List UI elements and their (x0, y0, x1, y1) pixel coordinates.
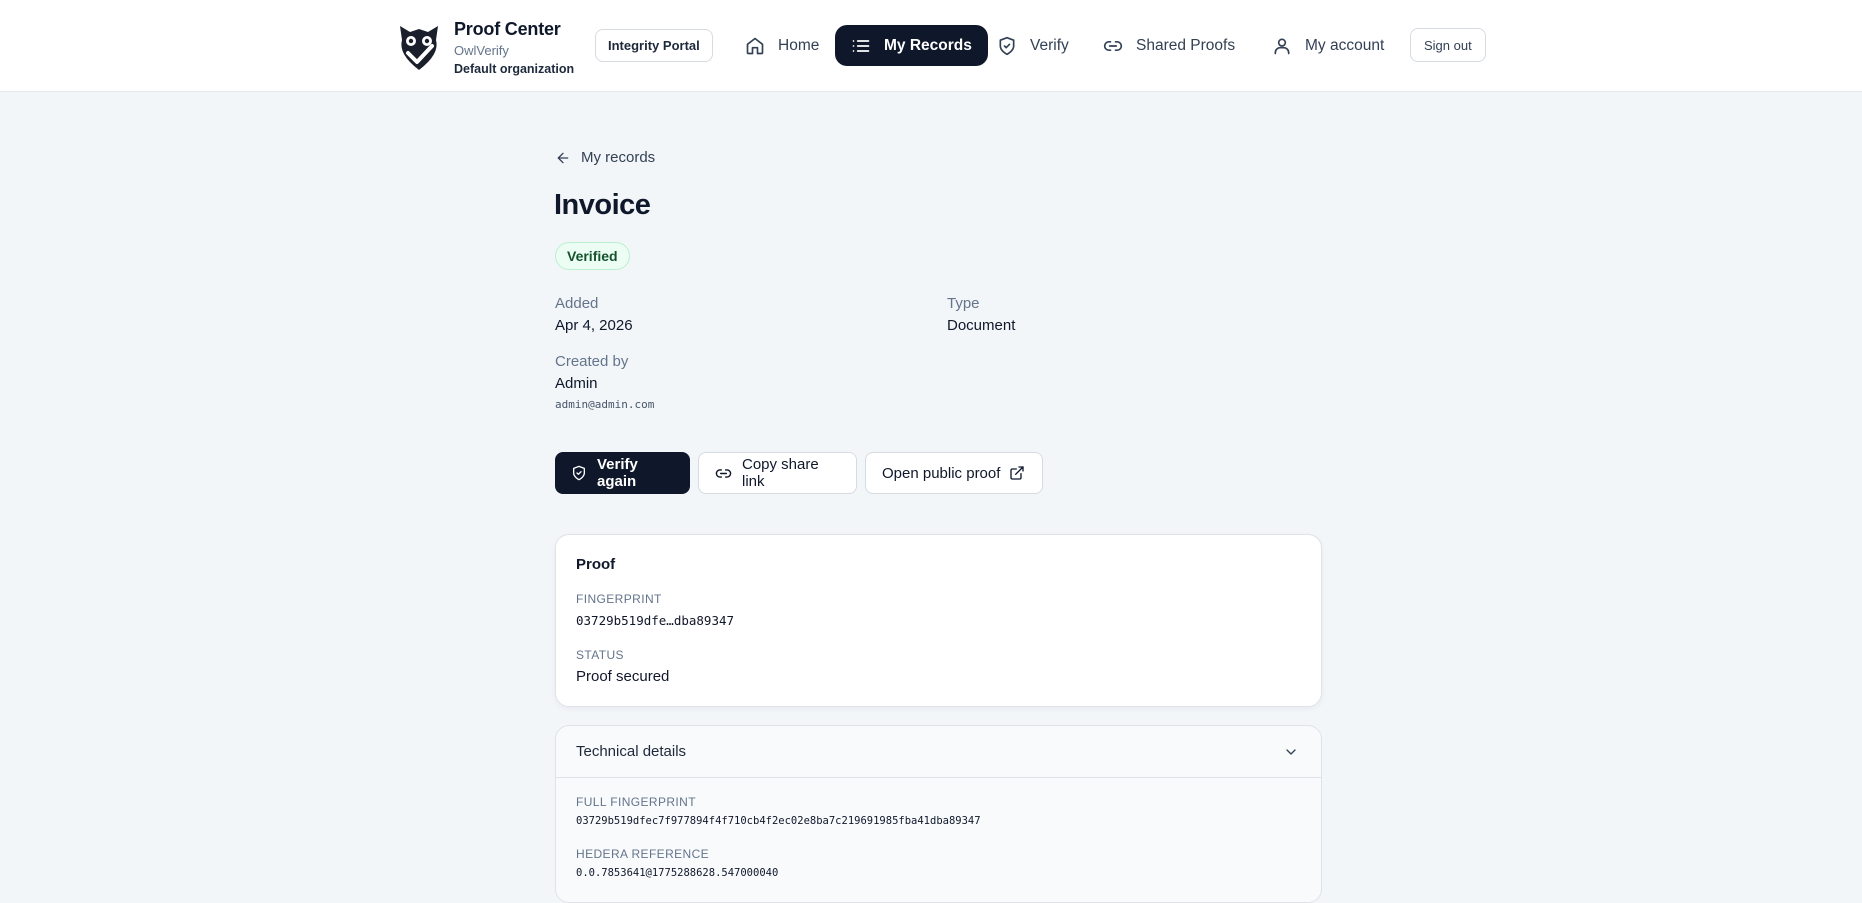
created-by-email: admin@admin.com (555, 398, 655, 411)
open-public-proof-label: Open public proof (882, 464, 1001, 482)
nav-item-label: Shared Proofs (1136, 36, 1236, 54)
back-link-label: My records (581, 149, 656, 166)
brand-subtitle: OwlVerify (454, 43, 509, 58)
added-label: Added (555, 295, 599, 312)
organization-name: Default organization (454, 62, 575, 76)
nav-item-home[interactable]: Home (729, 25, 835, 66)
hedera-reference-label: HEDERA REFERENCE (576, 847, 710, 861)
top-navigation-bar: Proof Center OwlVerify Default organizat… (0, 0, 1862, 92)
chevron-down-icon (1286, 749, 1296, 755)
nav-item-label: My account (1305, 36, 1385, 54)
nav-item-label: My Records (884, 36, 972, 54)
copy-share-link-button[interactable]: Copy share link (698, 452, 857, 494)
shield-check-icon (573, 465, 585, 481)
proof-card-title: Proof (576, 556, 616, 573)
back-to-my-records-link[interactable]: My records (555, 149, 655, 166)
link-icon (715, 468, 732, 478)
nav-item-my-account[interactable]: My account (1256, 25, 1400, 66)
proof-card: Proof FINGERPRINT 03729b519dfe…dba89347 … (555, 534, 1322, 707)
verify-again-button[interactable]: Verify again (555, 452, 690, 494)
arrow-left-icon (557, 152, 569, 163)
status-badge: Verified (555, 242, 630, 270)
nav-item-label: Verify (1030, 36, 1069, 54)
nav-item-shared-proofs[interactable]: Shared Proofs (1087, 25, 1251, 66)
technical-details-title: Technical details (576, 743, 687, 760)
hedera-reference-value: 0.0.7853641@1775288628.547000040 (576, 867, 779, 879)
type-value: Document (947, 317, 1016, 334)
proof-status-label: STATUS (576, 648, 624, 662)
open-public-proof-button[interactable]: Open public proof (865, 452, 1043, 494)
type-label: Type (947, 295, 980, 312)
brand-title: Proof Center (454, 19, 561, 39)
list-icon (852, 39, 870, 52)
user-icon (1274, 38, 1290, 54)
integrity-portal-button[interactable]: Integrity Portal (595, 29, 713, 62)
full-fingerprint-value: 03729b519dfec7f977894f4f710cb4f2ec02e8ba… (576, 815, 981, 827)
verify-again-label: Verify again (597, 456, 638, 490)
owl-logo-icon (400, 26, 438, 70)
created-by-label: Created by (555, 353, 629, 370)
shield-check-icon (999, 36, 1015, 55)
external-link-icon (1010, 466, 1025, 480)
added-value: Apr 4, 2026 (555, 317, 633, 334)
nav-item-my-records[interactable]: My Records (835, 25, 988, 66)
copy-share-link-label: Copy share link (742, 456, 819, 490)
proof-status-value: Proof secured (576, 668, 670, 685)
fingerprint-value: 03729b519dfe…dba89347 (576, 613, 735, 628)
page-title: Invoice (554, 189, 651, 221)
home-icon (746, 37, 764, 54)
fingerprint-label: FINGERPRINT (576, 592, 662, 606)
sign-out-button[interactable]: Sign out (1410, 28, 1486, 62)
technical-details-card: Technical details FULL FINGERPRINT 03729… (555, 725, 1322, 903)
nav-item-verify[interactable]: Verify (981, 25, 1085, 66)
full-fingerprint-label: FULL FINGERPRINT (576, 795, 696, 809)
created-by-name: Admin (555, 375, 598, 392)
link-icon (1103, 40, 1123, 51)
nav-item-label: Home (778, 36, 820, 54)
brand[interactable]: Proof Center OwlVerify Default organizat… (396, 18, 574, 77)
technical-details-toggle[interactable]: Technical details (556, 726, 1321, 778)
